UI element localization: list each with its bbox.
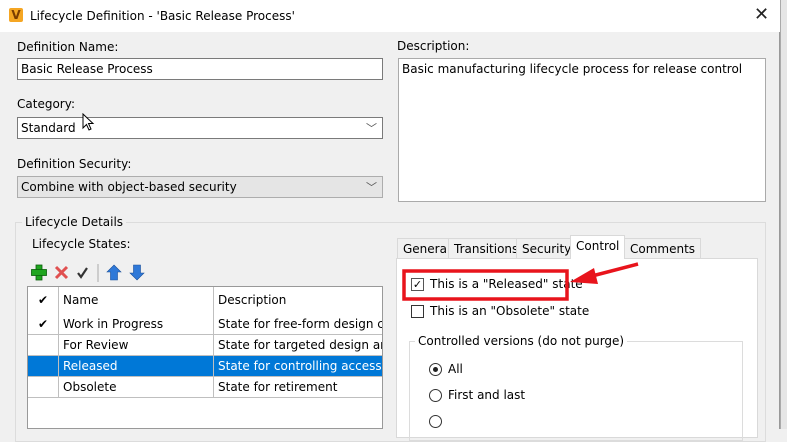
definition-name-label: Definition Name: (17, 40, 119, 54)
radio-first-and-last[interactable] (429, 389, 442, 402)
table-row[interactable]: For Review State for targeted design and… (28, 335, 382, 356)
move-up-icon[interactable] (106, 264, 122, 281)
add-icon[interactable] (31, 264, 47, 281)
tab-control[interactable]: Control (570, 235, 626, 259)
title-bar: V Lifecycle Definition - 'Basic Release … (0, 0, 780, 32)
row-default-check (28, 335, 59, 356)
chevron-down-icon: ﹀ (366, 122, 377, 135)
row-description: State for targeted design and... (218, 338, 382, 352)
radio-all-label: All (448, 362, 463, 376)
description-textarea[interactable]: Basic manufacturing lifecycle process fo… (398, 58, 766, 202)
table-row[interactable]: ✔ Work in Progress State for free-form d… (28, 314, 382, 335)
lifecycle-states-table: ✔ Name Description ✔ Work in Progress St… (27, 286, 383, 429)
table-row[interactable]: Obsolete State for retirement (28, 377, 382, 398)
lifecycle-definition-dialog: V Lifecycle Definition - 'Basic Release … (0, 0, 780, 442)
row-name: Work in Progress (59, 314, 214, 335)
obsolete-checkbox[interactable] (411, 305, 424, 318)
radio-option-3[interactable] (429, 415, 442, 428)
released-label: This is a "Released" state (430, 277, 583, 291)
window-title: Lifecycle Definition - 'Basic Release Pr… (30, 9, 295, 23)
security-value: Combine with object-based security (21, 180, 237, 194)
delete-icon[interactable] (54, 265, 69, 280)
security-select[interactable]: Combine with object-based security ﹀ (17, 176, 383, 198)
tab-comments[interactable]: Comments (624, 238, 702, 259)
category-label: Category: (17, 97, 75, 111)
security-label: Definition Security: (17, 157, 132, 171)
description-label: Description: (397, 39, 470, 53)
table-header: ✔ Name Description (28, 287, 382, 314)
category-select[interactable]: Standard ﹀ (17, 117, 383, 139)
definition-name-input[interactable]: Basic Release Process (17, 58, 383, 80)
obsolete-label: This is an "Obsolete" state (430, 304, 590, 318)
tab-transitions[interactable]: Transitions (448, 238, 525, 259)
set-default-icon[interactable] (77, 267, 88, 279)
category-value: Standard (21, 121, 76, 135)
background-app (780, 0, 787, 429)
row-default-check: ✔ (28, 314, 59, 335)
row-name: For Review (59, 335, 214, 356)
states-toolbar (30, 262, 150, 282)
vault-logo-icon: V (9, 8, 23, 22)
row-description: State for free-form design cr... (218, 317, 382, 331)
column-header-default[interactable]: ✔ (28, 287, 59, 314)
row-name: Obsolete (59, 377, 214, 398)
table-row-selected[interactable]: Released State for controlling access a.… (28, 356, 382, 377)
column-header-description[interactable]: Description (214, 287, 382, 314)
mouse-cursor-icon (82, 113, 95, 131)
tab-security[interactable]: Security (516, 238, 578, 259)
released-checkbox[interactable]: ✓ (411, 278, 424, 291)
row-description: State for controlling access a... (218, 359, 382, 373)
controlled-versions-label: Controlled versions (do not purge) (415, 334, 628, 348)
row-name: Released (59, 356, 214, 377)
lifecycle-states-label: Lifecycle States: (32, 237, 131, 251)
close-icon[interactable]: ✕ (754, 5, 769, 25)
row-default-check (28, 377, 59, 398)
column-header-name[interactable]: Name (59, 287, 214, 314)
radio-all[interactable] (429, 363, 442, 376)
move-down-icon[interactable] (129, 264, 145, 281)
row-description: State for retirement (218, 380, 338, 394)
row-default-check (28, 356, 59, 377)
radio-first-and-last-label: First and last (448, 388, 526, 402)
chevron-down-icon: ﹀ (366, 181, 377, 194)
lifecycle-details-label: Lifecycle Details (22, 215, 127, 229)
